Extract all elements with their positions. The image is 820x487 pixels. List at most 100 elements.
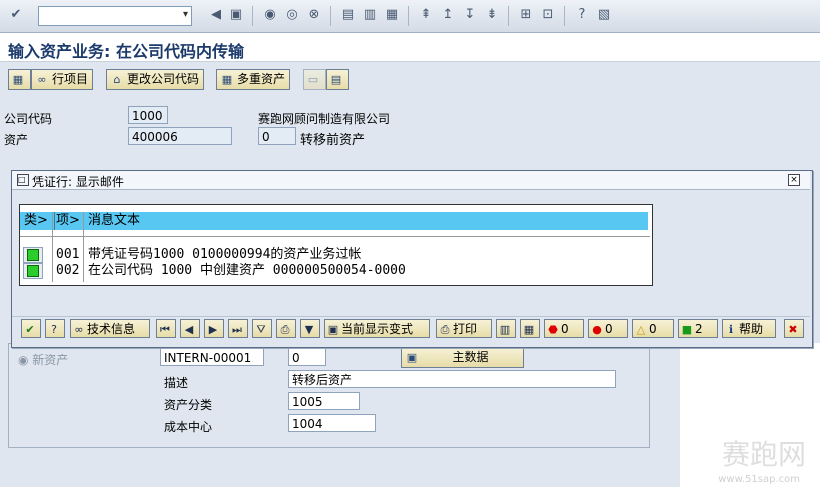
window-icon: □ <box>17 174 29 186</box>
overview-icon: ▦ <box>12 73 24 86</box>
line-items-button[interactable]: ∞ 行项目 <box>31 69 94 90</box>
next-button[interactable]: ▶ <box>204 319 224 338</box>
find-icon[interactable]: ▥ <box>362 7 378 23</box>
new-session-icon[interactable]: ⊞ <box>518 7 534 23</box>
description-label: 描述 <box>164 376 189 390</box>
toolbar-separator <box>252 6 253 26</box>
simulate-button[interactable]: ▤ <box>326 69 349 90</box>
warning-filter-button[interactable]: △ 0 <box>632 319 674 338</box>
col-type-header[interactable]: 类> <box>21 212 55 230</box>
multiple-assets-button[interactable]: ▦ 多重资产 <box>216 69 291 90</box>
confirm-button[interactable]: ✔ <box>21 319 41 338</box>
watermark-url: www.51sap.com <box>718 474 800 485</box>
layout-icon[interactable]: ▧ <box>596 7 612 23</box>
stop-filter-button[interactable]: ⬣ 0 <box>544 319 584 338</box>
cost-center-field[interactable]: 1004 <box>288 414 376 432</box>
help-text-button[interactable]: ℹ 帮助 <box>722 319 776 338</box>
next-icon: ▶ <box>208 323 218 336</box>
column-divider <box>83 212 84 282</box>
find-button[interactable]: ▥ <box>496 319 516 338</box>
prev-page-icon[interactable]: ↥ <box>440 7 456 23</box>
new-asset-radio[interactable]: ◉ 新资产 <box>18 351 68 368</box>
message-item: 002 <box>56 263 80 278</box>
asset-description: 转移前资产 <box>300 133 366 148</box>
back-icon[interactable]: ◉ <box>262 7 278 23</box>
print-button[interactable]: ⎙ 打印 <box>436 319 492 338</box>
first-page-icon[interactable]: ⇞ <box>418 7 434 23</box>
company-code-field[interactable]: 1000 <box>128 106 168 124</box>
current-layout-button[interactable]: ▣ 当前显示变式 <box>324 319 430 338</box>
row-divider <box>20 236 650 237</box>
close-icon[interactable]: × <box>788 174 800 186</box>
close-icon: ✖ <box>788 323 798 336</box>
tech-info-button[interactable]: ∞ 技术信息 <box>70 319 150 338</box>
asset-class-field[interactable]: 1005 <box>288 392 360 410</box>
print-preview-button[interactable]: ⎙ <box>276 319 296 338</box>
sort-icon: ▼ <box>304 323 314 336</box>
cost-center-label: 成本中心 <box>164 420 213 434</box>
last-icon: ⏭ <box>232 323 242 336</box>
last-page-icon[interactable]: ⇟ <box>484 7 500 23</box>
disabled-button: ▭ <box>303 69 326 90</box>
print-icon[interactable]: ▤ <box>340 7 356 23</box>
error-icon: ● <box>592 323 602 336</box>
glasses-icon: ∞ <box>37 73 47 86</box>
exit-icon[interactable]: ◎ <box>284 7 300 23</box>
save-icon[interactable]: ▣ <box>228 7 244 23</box>
message-text[interactable]: 在公司代码 1000 中创建资产 000000500054-0000 <box>88 263 406 278</box>
glasses-icon: ∞ <box>74 323 84 336</box>
master-data-button[interactable]: ▣ 主数据 <box>401 347 524 368</box>
printer-icon: ⎙ <box>440 323 450 336</box>
warning-icon: △ <box>636 323 646 336</box>
message-item: 001 <box>56 247 80 262</box>
enter-icon[interactable]: ✔ <box>8 7 24 23</box>
binoculars-plus-icon: ▦ <box>523 323 535 336</box>
find-next-button[interactable]: ▦ <box>520 319 540 338</box>
question-icon: ? <box>51 323 57 336</box>
company-name: 赛跑网顾问制造有限公司 <box>258 112 391 126</box>
back-arrow-icon[interactable]: ◀ <box>208 7 224 23</box>
cancel-button[interactable]: ✖ <box>784 319 804 338</box>
new-sub-number-field[interactable]: 0 <box>288 348 326 366</box>
info-icon: ℹ <box>728 323 734 336</box>
success-icon: ■ <box>681 323 693 336</box>
filter-icon: ⛛ <box>256 323 266 336</box>
company-code-label: 公司代码 <box>4 112 53 126</box>
doc-icon: ▭ <box>307 73 319 86</box>
help-button[interactable]: ? <box>45 319 65 338</box>
last-button[interactable]: ⏭ <box>228 319 248 338</box>
toolbar-separator <box>408 6 409 26</box>
popup-title-bar: □ 凭证行: 显示邮件 × <box>12 171 810 190</box>
grid-icon: ▦ <box>221 73 233 86</box>
cancel-icon[interactable]: ⊗ <box>306 7 322 23</box>
description-field[interactable]: 转移后资产 <box>288 370 616 388</box>
success-filter-button[interactable]: ■ 2 <box>678 319 718 338</box>
filter-button[interactable]: ⛛ <box>252 319 272 338</box>
help-icon[interactable]: ? <box>574 7 590 23</box>
col-item-header[interactable]: 项> <box>54 212 84 230</box>
binoculars-icon: ▥ <box>499 323 511 336</box>
col-text-header[interactable]: 消息文本 <box>86 212 648 230</box>
find-next-icon[interactable]: ▦ <box>384 7 400 23</box>
message-text[interactable]: 带凭证号码1000 0100000994的资产业务过帐 <box>88 247 361 262</box>
next-page-icon[interactable]: ↧ <box>462 7 478 23</box>
asset-field[interactable]: 400006 <box>128 127 232 145</box>
sub-number-field[interactable]: 0 <box>258 127 296 145</box>
sort-button[interactable]: ▼ <box>300 319 320 338</box>
command-field[interactable]: ▾ <box>38 6 192 26</box>
dropdown-icon[interactable]: ▾ <box>183 9 188 20</box>
overview-button[interactable]: ▦ <box>8 69 31 90</box>
first-button[interactable]: ⏮ <box>156 319 176 338</box>
success-status-icon <box>27 265 39 277</box>
change-company-code-button[interactable]: ⌂ 更改公司代码 <box>106 69 205 90</box>
toolbar-separator <box>508 6 509 26</box>
change-icon: ⌂ <box>113 73 121 86</box>
shortcut-icon[interactable]: ⊡ <box>540 7 556 23</box>
previous-button[interactable]: ◀ <box>180 319 200 338</box>
watermark: 赛跑网 <box>721 438 806 471</box>
asset-label: 资产 <box>4 133 29 147</box>
error-filter-button[interactable]: ● 0 <box>588 319 628 338</box>
success-status-icon <box>27 249 39 261</box>
first-icon: ⏮ <box>160 323 170 336</box>
new-asset-field[interactable]: INTERN-00001 <box>160 348 264 366</box>
